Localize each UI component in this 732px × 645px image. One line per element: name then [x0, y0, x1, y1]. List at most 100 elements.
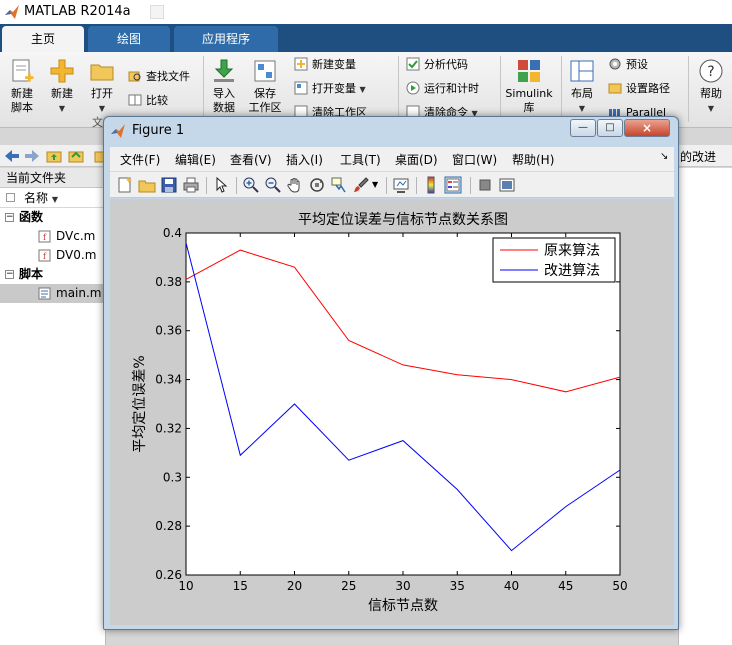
simulink-library-button[interactable]: Simulink 库 — [504, 58, 554, 115]
new-button[interactable]: 新建 ▼ — [46, 58, 78, 116]
select-all-icon[interactable] — [6, 193, 15, 202]
forward-icon[interactable] — [24, 149, 40, 163]
ribbon-tab-bar: 主页 绘图 应用程序 — [0, 24, 732, 52]
file-item[interactable]: f DVc.m — [0, 227, 105, 246]
hide-plot-tools-icon[interactable] — [476, 176, 494, 194]
help-button[interactable]: ? 帮助 ▼ — [694, 58, 728, 116]
menu-edit[interactable]: 编辑(E) — [175, 151, 216, 168]
compare-button[interactable]: 比较 — [128, 92, 168, 110]
analyze-code-button[interactable]: 分析代码 — [406, 56, 468, 74]
pan-hand-icon[interactable] — [286, 176, 304, 194]
menu-help[interactable]: 帮助(H) — [512, 151, 554, 168]
layout-button[interactable]: 布局 ▼ — [566, 58, 598, 116]
minimize-icon: — — [578, 122, 588, 133]
address-path-tail[interactable]: 的改进 — [680, 148, 716, 165]
close-button[interactable]: × — [624, 119, 670, 137]
save-workspace-button[interactable]: 保存 工作区 — [248, 58, 282, 115]
link-plot-icon[interactable] — [392, 176, 410, 194]
colorbar-icon[interactable] — [422, 176, 440, 194]
app-title: MATLAB R2014a — [24, 4, 131, 19]
rotate-3d-icon[interactable] — [308, 176, 326, 194]
matlab-logo-icon — [5, 5, 19, 19]
y-tick-label: 0.38 — [155, 275, 182, 289]
new-variable-icon — [294, 57, 308, 71]
menu-overflow-icon[interactable]: ↘ — [660, 151, 668, 162]
x-tick-label: 25 — [341, 579, 356, 593]
group-label: 脚本 — [19, 267, 44, 281]
new-variable-button[interactable]: 新建变量 — [294, 56, 356, 74]
axes-background — [186, 233, 620, 575]
tab-plots[interactable]: 绘图 — [88, 26, 170, 52]
matlab-title-bar: MATLAB R2014a — [0, 0, 732, 24]
file-item[interactable]: f DV0.m — [0, 246, 105, 265]
y-tick-label: 0.4 — [163, 226, 182, 240]
x-tick-label: 15 — [233, 579, 248, 593]
run-and-time-icon — [406, 81, 420, 95]
analyze-code-icon — [406, 57, 420, 71]
edit-plot-cursor-icon[interactable] — [212, 176, 230, 194]
zoom-in-icon[interactable] — [242, 176, 260, 194]
file-name: DV0.m — [56, 248, 97, 262]
figure-title-bar[interactable]: Figure 1 — □ × — [104, 117, 678, 145]
new-figure-icon[interactable] — [116, 176, 134, 194]
open-file-icon[interactable] — [138, 176, 156, 194]
x-tick-label: 35 — [450, 579, 465, 593]
current-folder-title: 当前文件夹 — [0, 168, 105, 188]
menu-insert[interactable]: 插入(I) — [286, 151, 323, 168]
x-tick-label: 20 — [287, 579, 302, 593]
open-button[interactable]: 打开 ▼ — [86, 58, 118, 116]
maximize-icon: □ — [605, 122, 615, 133]
figure-canvas: 10 15 20 25 30 35 40 45 50 0.26 0.28 0.3 0.32 0.34 0.3… — [110, 199, 674, 625]
tab-home[interactable]: 主页 — [2, 26, 84, 52]
group-label: 函数 — [19, 210, 44, 224]
new-script-button[interactable]: 新建 脚本 — [6, 58, 38, 115]
save-icon[interactable] — [160, 176, 178, 194]
quick-access-icon[interactable] — [150, 5, 164, 19]
y-tick-label: 0.34 — [155, 373, 182, 387]
menu-file[interactable]: 文件(F) — [120, 151, 160, 168]
menu-desktop[interactable]: 桌面(D) — [395, 151, 438, 168]
tree-group-scripts[interactable]: − 脚本 — [0, 265, 105, 284]
collapse-icon[interactable]: − — [5, 213, 14, 222]
y-axis-label: 平均定位误差% — [132, 355, 148, 452]
y-tick-label: 0.36 — [155, 324, 182, 338]
gear-icon — [609, 58, 621, 70]
legend-icon[interactable] — [444, 176, 462, 194]
file-list-header[interactable]: 名称 ▼ — [0, 188, 105, 208]
plot-svg: 10 15 20 25 30 35 40 45 500.260.280.30.320.340.3… — [132, 212, 628, 614]
zoom-out-icon[interactable] — [264, 176, 282, 194]
print-icon[interactable] — [182, 176, 200, 194]
preferences-button[interactable]: 预设 — [608, 56, 648, 74]
compare-icon — [128, 94, 142, 106]
data-cursor-icon[interactable] — [330, 176, 348, 194]
file-item[interactable]: main.m — [0, 284, 105, 303]
back-icon[interactable] — [4, 149, 20, 163]
file-name: main.m — [56, 286, 102, 300]
figure-toolbar: ▼ — [110, 171, 674, 198]
brush-dropdown-icon[interactable]: ▼ — [372, 180, 378, 189]
browse-folder-icon[interactable] — [68, 148, 84, 164]
show-plot-tools-icon[interactable] — [498, 176, 516, 194]
chart-title: 平均定位误差与信标节点数关系图 — [298, 212, 508, 228]
menu-tools[interactable]: 工具(T) — [340, 151, 381, 168]
tab-apps[interactable]: 应用程序 — [174, 26, 278, 52]
set-path-button[interactable]: 设置路径 — [608, 80, 670, 98]
menu-view[interactable]: 查看(V) — [230, 151, 272, 168]
name-column-header[interactable]: 名称 — [24, 191, 48, 205]
y-tick-label: 0.28 — [155, 519, 182, 533]
brush-icon[interactable] — [352, 176, 370, 194]
minimize-button[interactable]: — — [570, 119, 596, 137]
open-variable-button[interactable]: 打开变量 ▼ — [294, 80, 366, 98]
maximize-button[interactable]: □ — [597, 119, 623, 137]
run-and-time-button[interactable]: 运行和计时 — [406, 80, 479, 98]
import-data-button[interactable]: 导入 数据 — [208, 58, 240, 115]
up-folder-icon[interactable] — [46, 148, 62, 164]
menu-window[interactable]: 窗口(W) — [452, 151, 497, 168]
chart-legend[interactable]: 原来算法 改进算法 — [492, 237, 616, 283]
find-files-button[interactable]: 查找文件 — [128, 68, 190, 86]
tree-group-functions[interactable]: − 函数 — [0, 208, 105, 227]
collapse-icon[interactable]: − — [5, 270, 14, 279]
x-axis-label: 信标节点数 — [368, 598, 438, 614]
simulink-icon — [518, 60, 540, 82]
matlab-logo-icon — [111, 124, 125, 138]
